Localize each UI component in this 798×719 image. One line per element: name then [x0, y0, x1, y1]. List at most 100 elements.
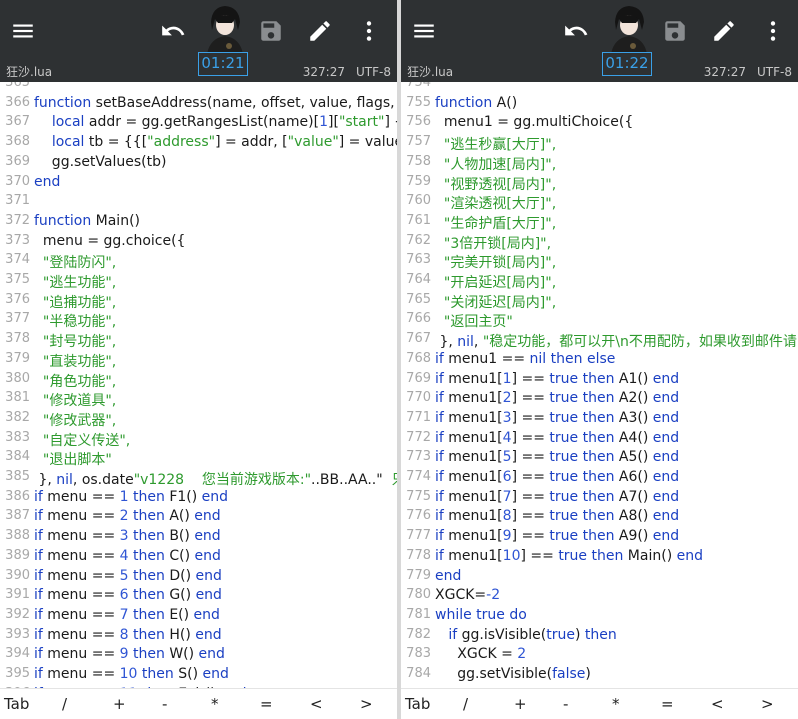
code-line[interactable]: 760 "渲染透视[大厅]", [401, 193, 798, 213]
symbol-key[interactable]: < [310, 695, 323, 713]
code-line[interactable]: 384 "退出脚本" [0, 449, 397, 469]
code-token: "返回主页" [435, 314, 513, 331]
code-line[interactable]: 782 if gg.isVisible(true) then [401, 627, 798, 647]
code-token: A1() [614, 370, 653, 387]
code-line[interactable]: 754 [401, 82, 798, 95]
code-line[interactable]: 758 "人物加速[局内]", [401, 154, 798, 174]
code-line[interactable]: 378 "封号功能", [0, 331, 397, 351]
code-line[interactable]: 761 "生命护盾[大厅]", [401, 213, 798, 233]
code-line[interactable]: 367 local addr = gg.getRangesList(name)[… [0, 114, 397, 134]
code-token: 6 [119, 587, 129, 604]
symbol-key[interactable]: / [62, 695, 67, 713]
code-line[interactable]: 765 "关闭延迟[局内]", [401, 292, 798, 312]
code-line[interactable]: 784 gg.setVisible(false) [401, 666, 798, 686]
code-token: "自定义传送", [34, 432, 131, 449]
symbol-key[interactable]: < [711, 695, 724, 713]
code-line[interactable]: 390 if menu == 5 then D() end [0, 568, 397, 588]
code-line[interactable]: 777 if menu1[9] == true then A9() end [401, 528, 798, 548]
code-line[interactable]: 370 end [0, 174, 397, 194]
undo-icon[interactable] [160, 18, 186, 44]
code-line[interactable]: 779 end [401, 568, 798, 588]
code-line[interactable]: 381 "修改道具", [0, 390, 397, 410]
code-token: if [448, 626, 458, 643]
symbol-key[interactable]: - [563, 695, 568, 713]
code-line[interactable]: 393 if menu == 8 then H() end [0, 627, 397, 647]
symbol-key[interactable]: Tab [4, 695, 29, 713]
code-line[interactable]: 388 if menu == 3 then B() end [0, 528, 397, 548]
code-token: true [549, 429, 579, 446]
code-line[interactable]: 776 if menu1[8] == true then A8() end [401, 508, 798, 528]
code-line[interactable]: 394 if menu == 9 then W() end [0, 646, 397, 666]
code-line[interactable]: 375 "逃生功能", [0, 272, 397, 292]
code-token: then [582, 528, 615, 545]
code-line[interactable]: 759 "视野透视[局内]", [401, 174, 798, 194]
code-line[interactable]: 767 }, nil, "稳定功能，都可以开\n不用配防，如果收到邮件请 [401, 331, 798, 351]
symbol-key[interactable]: > [360, 695, 373, 713]
hamburger-menu-icon[interactable] [10, 18, 36, 44]
code-line[interactable]: 372 function Main() [0, 213, 397, 233]
code-line[interactable]: 387 if menu == 2 then A() end [0, 508, 397, 528]
code-line[interactable]: 771 if menu1[3] == true then A3() end [401, 410, 798, 430]
code-line[interactable]: 386 if menu == 1 then F1() end [0, 489, 397, 509]
code-line[interactable]: 380 "角色功能", [0, 371, 397, 391]
more-vert-icon[interactable] [356, 18, 382, 44]
code-area[interactable]: 754 755 function A() 756 menu1 = gg.multiCh… [401, 82, 798, 688]
code-line[interactable]: 773 if menu1[5] == true then A5() end [401, 449, 798, 469]
hamburger-menu-icon[interactable] [411, 18, 437, 44]
code-line[interactable]: 775 if menu1[7] == true then A7() end [401, 489, 798, 509]
code-line[interactable]: 391 if menu == 6 then G() end [0, 587, 397, 607]
code-token: A7() [614, 488, 653, 505]
symbol-key[interactable]: > [761, 695, 774, 713]
save-icon[interactable] [662, 18, 688, 44]
symbol-key[interactable]: Tab [405, 695, 430, 713]
code-line[interactable]: 766 "返回主页" [401, 311, 798, 331]
code-line[interactable]: 774 if menu1[6] == true then A6() end [401, 469, 798, 489]
code-line[interactable]: 778 if menu1[10] == true then Main() end [401, 548, 798, 568]
code-line[interactable]: 374 "登陆防闪", [0, 252, 397, 272]
code-line[interactable]: 770 if menu1[2] == true then A2() end [401, 390, 798, 410]
code-line[interactable]: 385 }, nil, os.date"v1228 您当前游戏版本:"..BB.… [0, 469, 397, 489]
code-line[interactable]: 365 [0, 82, 397, 95]
code-line[interactable]: 389 if menu == 4 then C() end [0, 548, 397, 568]
code-line[interactable]: 757 "逃生秒赢[大厅]", [401, 134, 798, 154]
pencil-icon[interactable] [711, 18, 737, 44]
save-icon[interactable] [258, 18, 284, 44]
code-line[interactable]: 369 gg.setValues(tb) [0, 154, 397, 174]
symbol-key[interactable]: + [113, 695, 126, 713]
symbol-key[interactable]: - [162, 695, 167, 713]
code-line[interactable]: 366 function setBaseAddress(name, offset,… [0, 95, 397, 115]
code-line[interactable]: 395 if menu == 10 then S() end [0, 666, 397, 686]
code-line[interactable]: 755 function A() [401, 95, 798, 115]
symbol-key[interactable]: + [514, 695, 527, 713]
code-line[interactable]: 392 if menu == 7 then E() end [0, 607, 397, 627]
code-line[interactable]: 383 "自定义传送", [0, 430, 397, 450]
code-token: G() [164, 587, 196, 604]
code-line[interactable]: 764 "开启延迟[局内]", [401, 272, 798, 292]
code-line[interactable]: 373 menu = gg.choice({ [0, 233, 397, 253]
code-line[interactable]: 783 XGCK = 2 [401, 646, 798, 666]
code-line[interactable]: 371 [0, 193, 397, 213]
code-line[interactable]: 768 if menu1 == nil then else [401, 351, 798, 371]
code-line[interactable]: 763 "完美开锁[局内]", [401, 252, 798, 272]
symbol-key[interactable]: = [260, 695, 273, 713]
symbol-key[interactable]: / [463, 695, 468, 713]
symbol-key[interactable]: = [661, 695, 674, 713]
code-token: then [141, 666, 174, 682]
code-line[interactable]: 769 if menu1[1] == true then A1() end [401, 371, 798, 391]
undo-icon[interactable] [563, 18, 589, 44]
code-line[interactable]: 780 XGCK=-2 [401, 587, 798, 607]
pencil-icon[interactable] [307, 18, 333, 44]
more-vert-icon[interactable] [760, 18, 786, 44]
code-line[interactable]: 382 "修改武器", [0, 410, 397, 430]
code-area[interactable]: 365 366 function setBaseAddress(name, offs… [0, 82, 397, 688]
symbol-key[interactable]: * [211, 695, 219, 713]
code-line[interactable]: 368 local tb = {{["address"] = addr, ["v… [0, 134, 397, 154]
symbol-key[interactable]: * [612, 695, 620, 713]
code-line[interactable]: 781 while true do [401, 607, 798, 627]
code-line[interactable]: 377 "半稳功能", [0, 311, 397, 331]
code-line[interactable]: 772 if menu1[4] == true then A4() end [401, 430, 798, 450]
code-line[interactable]: 379 "直装功能", [0, 351, 397, 371]
code-line[interactable]: 762 "3倍开锁[局内]", [401, 233, 798, 253]
code-line[interactable]: 376 "追捕功能", [0, 292, 397, 312]
code-line[interactable]: 756 menu1 = gg.multiChoice({ [401, 114, 798, 134]
